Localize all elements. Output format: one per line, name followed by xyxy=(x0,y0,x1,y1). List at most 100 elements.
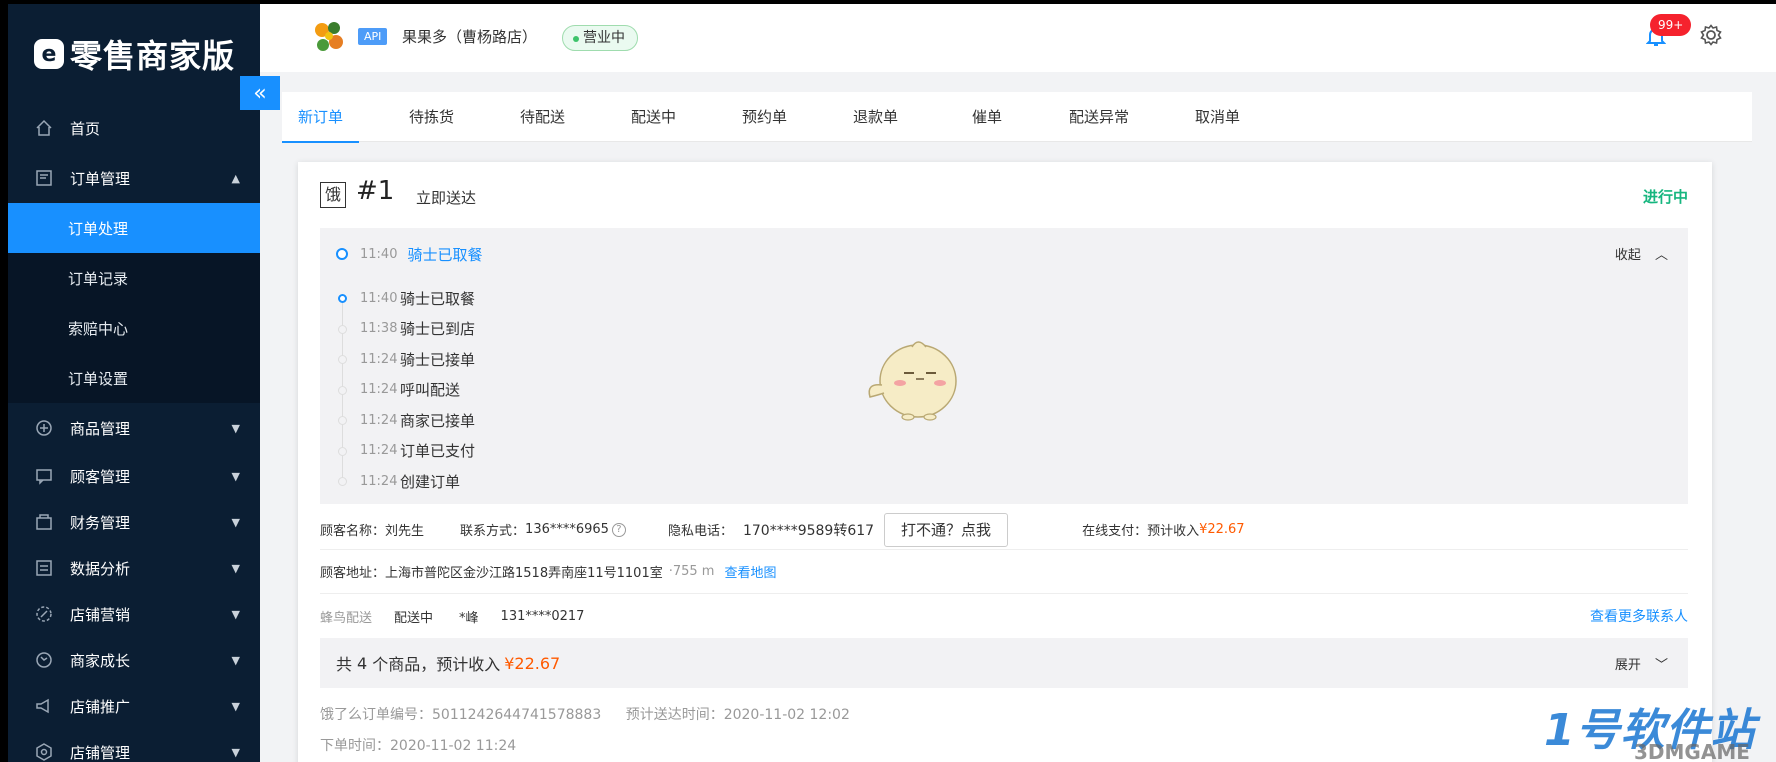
shop-name[interactable]: 果果多（曹杨路店） xyxy=(402,26,537,47)
distance: ·755 m xyxy=(668,564,715,579)
chevron-down-icon: ▼ xyxy=(231,561,240,575)
chevron-down-icon: ▼ xyxy=(231,653,240,667)
sidebar-item-label: 商家成长 xyxy=(70,651,131,670)
tracking-current-status: 11:40 骑士已取餐 xyxy=(336,244,482,264)
collapse-sidebar-button[interactable]: « xyxy=(240,76,280,110)
message-icon xyxy=(34,466,54,486)
timeline-item: 11:24 骑士已接单 xyxy=(338,344,475,386)
tab-reservations[interactable]: 预约单 xyxy=(742,92,787,142)
tab-pending-pick[interactable]: 待拣货 xyxy=(409,92,454,142)
tab-cancelled[interactable]: 取消单 xyxy=(1195,92,1240,142)
placed-time: 2020-11-02 11:24 xyxy=(390,738,517,754)
sidebar-item-label: 数据分析 xyxy=(70,559,131,578)
coupon-icon xyxy=(34,604,54,624)
rider-name: *峰 xyxy=(459,610,479,626)
sidebar-item-store-marketing[interactable]: 店铺营销 ▼ xyxy=(8,591,260,637)
eta: 2020-11-02 12:02 xyxy=(723,707,850,723)
sidebar-item-label: 店铺推广 xyxy=(70,697,131,716)
tab-refunds[interactable]: 退款单 xyxy=(853,92,898,142)
sidebar-nav: 首页 订单管理 ▲ 订单处理 订单记录 索赔中心 订单设置 商品管理 ▼ 顾客管… xyxy=(8,103,260,762)
sidebar-item-label: 店铺管理 xyxy=(70,743,131,762)
eta-label: 预计送达时间： xyxy=(625,707,724,723)
top-header: API 果果多（曹杨路店） 营业中 99+ xyxy=(260,4,1776,72)
watermark-sub: 3DMGAME xyxy=(1634,740,1750,762)
sidebar-item-claims-center[interactable]: 索赔中心 xyxy=(8,303,260,353)
store-status-badge[interactable]: 营业中 xyxy=(562,25,638,51)
chevron-up-icon: ︿ xyxy=(1654,248,1668,263)
tab-delivery-exceptions[interactable]: 配送异常 xyxy=(1069,92,1129,142)
settings-icon xyxy=(34,742,54,762)
call-help-button[interactable]: 打不通？点我 xyxy=(884,512,1009,547)
tab-delivering[interactable]: 配送中 xyxy=(631,92,676,142)
api-tag: API xyxy=(358,28,388,45)
sidebar-item-label: 商品管理 xyxy=(70,419,131,438)
gear-icon[interactable] xyxy=(1700,24,1722,52)
order-id-label: 饿了么订单编号： xyxy=(320,707,432,723)
sidebar-item-store-promotion[interactable]: 店铺推广 ▼ xyxy=(8,683,260,729)
order-type: 立即送达 xyxy=(416,189,477,207)
items-summary[interactable]: 共 4 个商品，预计收入 ¥22.67 展开 ﹀ xyxy=(320,638,1688,688)
placed-label: 下单时间： xyxy=(320,738,390,754)
timeline-dot-icon xyxy=(338,446,347,456)
collapse-tracking-button[interactable]: 收起 ︿ xyxy=(1615,244,1668,263)
tracking-time: 11:40 xyxy=(360,246,398,262)
sidebar-item-label: 顾客管理 xyxy=(70,467,131,486)
customer-name-label: 顾客名称： xyxy=(320,524,386,539)
question-mark-icon[interactable]: ? xyxy=(611,522,626,537)
sidebar: e 零售商家版 首页 订单管理 ▲ 订单处理 订单记录 索赔中心 订单设置 商品… xyxy=(8,4,260,762)
order-status: 进行中 xyxy=(1642,188,1688,206)
sidebar-item-label: 财务管理 xyxy=(70,513,131,532)
wallet-icon xyxy=(34,512,54,532)
sidebar-item-label: 订单管理 xyxy=(70,169,131,188)
sidebar-item-home[interactable]: 首页 xyxy=(8,103,260,153)
sidebar-item-product-management[interactable]: 商品管理 ▼ xyxy=(8,403,260,453)
sidebar-item-order-management[interactable]: 订单管理 ▲ xyxy=(8,153,260,203)
sidebar-item-order-records[interactable]: 订单记录 xyxy=(8,253,260,303)
contact-phone: 136****6965 xyxy=(525,522,609,537)
expand-items-button[interactable]: 展开 ﹀ xyxy=(1615,654,1668,673)
chevron-down-icon: ▼ xyxy=(231,469,240,483)
chevron-down-icon: ▼ xyxy=(231,421,240,435)
chevron-down-icon: ▼ xyxy=(231,515,240,529)
timeline-item: 11:24 商家已接单 xyxy=(338,405,475,447)
order-meta-ids: 饿了么订单编号：5011242644741578883 预计送达时间：2020-… xyxy=(320,704,850,724)
summary-suffix: 个商品，预计收入 xyxy=(372,655,501,674)
sidebar-item-customer-management[interactable]: 顾客管理 ▼ xyxy=(8,453,260,499)
timeline-dot-icon xyxy=(338,294,347,303)
tab-pending-delivery[interactable]: 待配送 xyxy=(520,92,565,142)
customer-info-row: 顾客名称： 刘先生 联系方式： 136****6965 ? 隐私电话： 170*… xyxy=(320,510,1688,550)
contact-label: 联系方式： xyxy=(460,524,526,539)
sidebar-item-order-settings[interactable]: 订单设置 xyxy=(8,353,260,403)
status-dot-icon xyxy=(336,248,348,260)
sidebar-item-label: 订单记录 xyxy=(68,269,129,288)
sidebar-item-merchant-growth[interactable]: 商家成长 ▼ xyxy=(8,637,260,683)
sidebar-item-data-analysis[interactable]: 数据分析 ▼ xyxy=(8,545,260,591)
order-icon xyxy=(34,168,54,188)
tab-new-orders[interactable]: 新订单 xyxy=(281,92,360,143)
sidebar-item-order-processing[interactable]: 订单处理 xyxy=(8,203,260,253)
timeline-dot-icon xyxy=(338,385,347,395)
sidebar-item-label: 订单处理 xyxy=(68,219,129,238)
address-label: 顾客地址： xyxy=(320,566,386,581)
timeline-item: 11:38 骑士已到店 xyxy=(338,314,475,356)
private-phone-label: 隐私电话： xyxy=(667,524,733,539)
delivery-status: 配送中 xyxy=(394,610,434,626)
timeline-item: 11:40 骑士已取餐 xyxy=(338,283,475,325)
sidebar-item-finance-management[interactable]: 财务管理 ▼ xyxy=(8,499,260,545)
collapse-label: 收起 xyxy=(1614,248,1641,263)
sidebar-item-label: 订单设置 xyxy=(68,369,129,388)
timeline-dot-icon xyxy=(338,477,347,486)
brand-logo[interactable]: e 零售商家版 xyxy=(34,32,235,76)
shop-avatar[interactable] xyxy=(312,18,346,56)
growth-icon xyxy=(34,650,54,670)
sidebar-item-store-management[interactable]: 店铺管理 ▼ xyxy=(8,729,260,762)
view-map-link[interactable]: 查看地图 xyxy=(724,562,776,581)
order-id: 5011242644741578883 xyxy=(432,707,602,723)
mascot-illustration xyxy=(868,341,957,421)
double-chevron-left-icon: « xyxy=(253,80,267,106)
summary-prefix: 共 xyxy=(336,655,353,674)
payment-amount: ¥22.67 xyxy=(1199,522,1245,537)
timeline-dot-icon xyxy=(338,416,347,425)
tab-reminders[interactable]: 催单 xyxy=(972,92,1002,142)
more-contacts-link[interactable]: 查看更多联系人 xyxy=(1590,606,1688,626)
